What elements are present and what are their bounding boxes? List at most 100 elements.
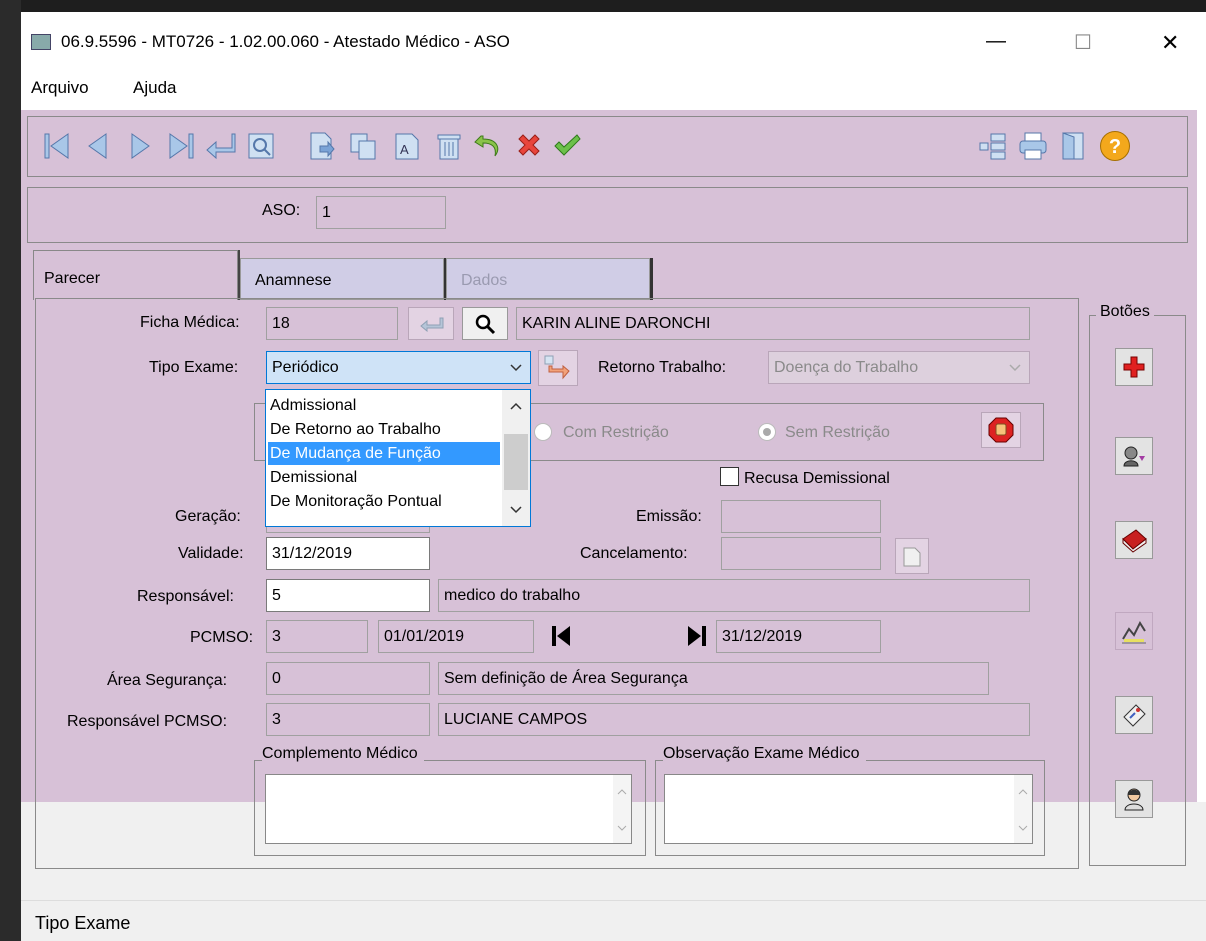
minimize-button[interactable]: — (986, 30, 1006, 53)
validade-field[interactable]: 31/12/2019 (266, 537, 430, 570)
delete-record-icon[interactable] (432, 128, 466, 164)
new-record-icon[interactable] (304, 128, 338, 164)
observacao-label: Observação Exame Médico (663, 745, 866, 763)
dropdown-option[interactable]: De Retorno ao Trabalho (268, 418, 502, 442)
cancelamento-doc-button[interactable] (895, 538, 929, 574)
status-bar: Tipo Exame (21, 900, 1206, 941)
tab-parecer[interactable]: Parecer (33, 250, 238, 300)
aso-field[interactable]: 1 (316, 196, 446, 229)
desktop-edge (0, 0, 21, 941)
area-seguranca-name-field: Sem definição de Área Segurança (438, 662, 989, 695)
chevron-down-icon (617, 825, 627, 831)
textarea-scrollbar[interactable] (1014, 775, 1032, 843)
return-icon (420, 317, 444, 332)
chevron-up-icon (617, 789, 627, 795)
sem-restricao-label: Sem Restrição (785, 424, 890, 441)
responsavel-field[interactable]: 5 (266, 579, 430, 612)
dropdown-option-highlighted[interactable]: De Mudança de Função (268, 442, 500, 465)
dropdown-option[interactable]: Demissional (268, 466, 502, 490)
copy-record-icon[interactable] (346, 128, 380, 164)
ficha-field[interactable]: 18 (266, 307, 398, 340)
tipo-exame-dropdown: Admissional De Retorno ao Trabalho De Mu… (265, 389, 531, 527)
stop-hand-button[interactable] (981, 412, 1021, 448)
chart-button[interactable] (1115, 612, 1153, 650)
edit-record-icon[interactable]: A (390, 128, 424, 164)
last-date-icon (688, 626, 706, 646)
cancel-icon[interactable] (512, 128, 546, 164)
last-record-icon[interactable] (164, 128, 198, 164)
confirm-icon[interactable] (550, 128, 584, 164)
tree-icon[interactable] (976, 128, 1010, 164)
add-red-cross-button[interactable] (1115, 348, 1153, 386)
document-edit-button[interactable] (1115, 696, 1153, 734)
previous-record-icon[interactable] (80, 128, 114, 164)
return-icon[interactable] (204, 128, 238, 164)
ficha-name-field: KARIN ALINE DARONCHI (516, 307, 1030, 340)
print-icon[interactable] (1016, 128, 1050, 164)
tab-parecer-label: Parecer (44, 270, 101, 287)
sem-restricao-radio[interactable] (758, 423, 776, 441)
svg-text:A: A (400, 142, 409, 157)
resp-pcmso-field: 3 (266, 703, 430, 736)
close-button[interactable]: ✕ (1161, 30, 1179, 56)
com-restricao-radio[interactable] (534, 423, 552, 441)
dropdown-option[interactable]: De Monitoração Pontual (268, 490, 502, 514)
chevron-down-icon (1018, 825, 1028, 831)
menu-ajuda[interactable]: Ajuda (133, 78, 176, 98)
responsavel-label: Responsável: (137, 588, 234, 605)
book-button[interactable] (1115, 521, 1153, 559)
chevron-down-icon (1009, 364, 1021, 372)
document-edit-icon (1123, 704, 1146, 727)
title-bar: 06.9.5596 - MT0726 - 1.02.00.060 - Atest… (21, 12, 1206, 74)
aso-header-frame (27, 187, 1188, 243)
help-icon[interactable]: ? (1098, 128, 1132, 164)
cancelamento-label: Cancelamento: (580, 545, 688, 562)
first-date-icon (552, 626, 570, 646)
tipo-exame-select[interactable]: Periódico (266, 351, 531, 384)
com-restricao-label: Com Restrição (563, 424, 669, 441)
next-record-icon[interactable] (124, 128, 158, 164)
undo-icon[interactable] (472, 128, 506, 164)
pcmso-start-field: 01/01/2019 (378, 620, 534, 653)
botoes-title: Botões (1096, 303, 1154, 321)
help-glyph: ? (1100, 131, 1130, 161)
emissao-field (721, 500, 881, 533)
doctor-button[interactable] (1115, 780, 1153, 818)
resp-pcmso-name-field: LUCIANE CAMPOS (438, 703, 1030, 736)
dropdown-option[interactable]: Admissional (268, 394, 502, 418)
preview-icon[interactable] (244, 128, 278, 164)
tab-anamnese[interactable]: Anamnese (240, 258, 444, 300)
chart-icon (1122, 620, 1146, 644)
ficha-enter-button[interactable] (408, 307, 454, 340)
person-arrow-button[interactable] (1115, 437, 1153, 475)
pcmso-label: PCMSO: (190, 629, 254, 646)
maximize-button[interactable]: ☐ (1074, 30, 1092, 55)
retorno-trabalho-value: Doença do Trabalho (774, 359, 919, 376)
recusa-checkbox[interactable] (720, 467, 739, 486)
responsavel-name-field: medico do trabalho (438, 579, 1030, 612)
search-icon (475, 314, 496, 334)
cancelamento-field (721, 537, 881, 570)
dropdown-scrollbar[interactable] (502, 390, 530, 526)
book-icon (1122, 529, 1147, 553)
geracao-label: Geração: (175, 508, 241, 525)
observacao-textarea[interactable] (664, 774, 1033, 844)
desktop-background (0, 0, 1206, 12)
tipo-exame-value: Periódico (272, 359, 339, 376)
chevron-down-icon (510, 364, 522, 372)
ficha-search-button[interactable] (462, 307, 508, 340)
chevron-up-icon (510, 402, 522, 410)
radio-dot (763, 428, 771, 436)
first-record-icon[interactable] (40, 128, 74, 164)
chevron-up-icon (1018, 789, 1028, 795)
recusa-label: Recusa Demissional (744, 470, 890, 487)
exit-door-icon[interactable] (1056, 128, 1090, 164)
complemento-textarea[interactable] (265, 774, 632, 844)
window-title: 06.9.5596 - MT0726 - 1.02.00.060 - Atest… (61, 32, 510, 51)
dropdown-scroll-thumb[interactable] (504, 434, 528, 490)
menu-arquivo[interactable]: Arquivo (31, 78, 89, 98)
textarea-scrollbar[interactable] (613, 775, 631, 843)
tipo-exame-label: Tipo Exame: (149, 359, 239, 376)
tipo-exame-action-button[interactable] (538, 350, 578, 386)
complemento-label: Complemento Médico (262, 745, 424, 763)
